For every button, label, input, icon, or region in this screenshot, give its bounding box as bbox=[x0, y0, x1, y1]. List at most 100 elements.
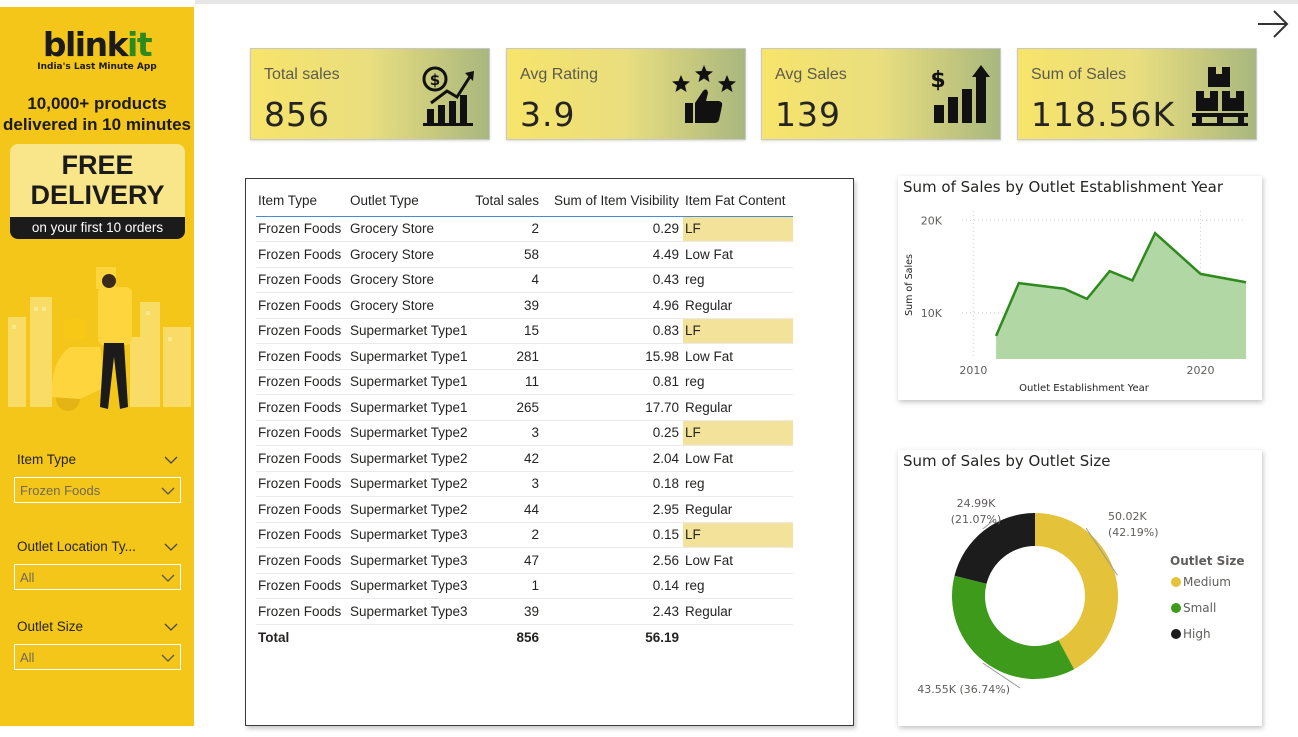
total-sales-cell: 2 bbox=[473, 522, 543, 548]
kpi-value: 118.56K bbox=[1031, 95, 1176, 134]
fat-content-cell: LF bbox=[683, 216, 793, 242]
chevron-down-icon[interactable] bbox=[164, 542, 178, 552]
outlet-type-cell: Supermarket Type1 bbox=[348, 394, 473, 421]
table-row[interactable]: Frozen Foods Supermarket Type1 281 15.98 Low… bbox=[256, 343, 793, 370]
chevron-down-icon bbox=[161, 654, 175, 662]
table-row[interactable]: Frozen Foods Supermarket Type2 42 2.04 Low F… bbox=[256, 445, 793, 472]
x-tick-label: 2010 bbox=[959, 364, 987, 377]
data-label: 43.55K (36.74%) bbox=[917, 683, 1010, 696]
sales-table-visual: Item Type Outlet Type Total sales Sum of… bbox=[245, 178, 854, 726]
outlet-location-dropdown[interactable]: All bbox=[14, 564, 181, 590]
kpi-card-total-sales: Total sales 856 $ bbox=[250, 48, 490, 140]
item-visibility-cell: 0.29 bbox=[543, 216, 683, 242]
legend-marker bbox=[1171, 603, 1181, 613]
data-label: 24.99K bbox=[957, 497, 996, 510]
table-total-row[interactable]: Total 856 56.19 bbox=[256, 623, 793, 650]
outlet-type-cell: Supermarket Type1 bbox=[348, 318, 473, 344]
fat-content-cell: Low Fat bbox=[683, 547, 793, 574]
outlet-type-cell: Supermarket Type2 bbox=[348, 496, 473, 523]
legend-item: Medium bbox=[1183, 575, 1231, 589]
fat-content-cell: Low Fat bbox=[683, 241, 793, 268]
item-type-cell: Frozen Foods bbox=[256, 471, 348, 497]
outlet-type-cell: Supermarket Type2 bbox=[348, 445, 473, 472]
item-type-cell: Frozen Foods bbox=[256, 318, 348, 344]
outlet-size-dropdown[interactable]: All bbox=[14, 644, 181, 670]
table-row[interactable]: Frozen Foods Grocery Store 39 4.96 Regular bbox=[256, 292, 793, 319]
item-type-cell: Frozen Foods bbox=[256, 267, 348, 293]
svg-text:$: $ bbox=[930, 68, 945, 93]
data-label: (42.19%) bbox=[1108, 526, 1159, 539]
table-row[interactable]: Frozen Foods Supermarket Type3 2 0.15 LF bbox=[256, 522, 793, 548]
kpi-label: Avg Sales bbox=[775, 66, 847, 83]
outlet-type-cell: Supermarket Type3 bbox=[348, 522, 473, 548]
x-tick-label: 2020 bbox=[1187, 364, 1215, 377]
item-visibility-cell: 2.95 bbox=[543, 496, 683, 523]
outlet-size-filter-label: Outlet Size bbox=[17, 619, 84, 634]
table-row[interactable]: Frozen Foods Supermarket Type2 44 2.95 Regul… bbox=[256, 496, 793, 523]
table-row[interactable]: Frozen Foods Supermarket Type3 39 2.43 Regul… bbox=[256, 598, 793, 625]
item-type-cell: Frozen Foods bbox=[256, 241, 348, 268]
item-type-dropdown-value: Frozen Foods bbox=[20, 483, 101, 498]
delivery-scooter-illustration bbox=[0, 267, 194, 422]
total-sales-cell: 47 bbox=[473, 547, 543, 574]
column-header-item-visibility[interactable]: Sum of Item Visibility bbox=[543, 185, 683, 217]
fat-content-cell: Regular bbox=[683, 292, 793, 319]
fat-content-cell: Low Fat bbox=[683, 445, 793, 472]
legend-marker bbox=[1171, 577, 1181, 587]
promo-headline-line-1: 10,000+ products bbox=[27, 94, 167, 113]
chevron-down-icon[interactable] bbox=[164, 455, 178, 465]
table-row[interactable]: Frozen Foods Supermarket Type2 3 0.18 reg bbox=[256, 471, 793, 497]
item-type-cell: Frozen Foods bbox=[256, 343, 348, 370]
table-row[interactable]: Frozen Foods Supermarket Type1 265 17.70 Reg… bbox=[256, 394, 793, 421]
total-sales-cell: 42 bbox=[473, 445, 543, 472]
outlet-type-cell bbox=[348, 623, 473, 650]
outlet-type-cell: Supermarket Type3 bbox=[348, 598, 473, 625]
table-row[interactable]: Frozen Foods Supermarket Type2 3 0.25 LF bbox=[256, 420, 793, 446]
table-row[interactable]: Frozen Foods Supermarket Type3 1 0.14 reg bbox=[256, 573, 793, 599]
arrow-right-icon[interactable] bbox=[1254, 5, 1292, 43]
legend-item: High bbox=[1183, 627, 1211, 641]
column-header-item-fat-content[interactable]: Item Fat Content bbox=[683, 185, 793, 217]
top-border bbox=[195, 0, 1298, 4]
fat-content-cell: reg bbox=[683, 369, 793, 395]
item-visibility-cell: 0.15 bbox=[543, 522, 683, 548]
item-visibility-cell: 2.43 bbox=[543, 598, 683, 625]
svg-text:$: $ bbox=[430, 71, 440, 89]
kpi-card-avg-sales: Avg Sales 139 $ bbox=[761, 48, 1001, 140]
item-visibility-cell: 56.19 bbox=[543, 623, 683, 650]
table-row[interactable]: Frozen Foods Supermarket Type1 15 0.83 LF bbox=[256, 318, 793, 344]
y-axis-label: Sum of Sales bbox=[904, 254, 915, 316]
total-sales-cell: 856 bbox=[473, 623, 543, 650]
free-delivery-text: FREE DELIVERY bbox=[30, 150, 165, 210]
column-header-total-sales[interactable]: Total sales bbox=[473, 185, 543, 217]
outlet-type-cell: Supermarket Type1 bbox=[348, 369, 473, 395]
total-sales-cell: 39 bbox=[473, 292, 543, 319]
column-header-item-type[interactable]: Item Type bbox=[256, 185, 348, 217]
fat-content-cell: Regular bbox=[683, 394, 793, 421]
sales-by-outlet-size-chart: Sum of Sales by Outlet Size 50.02K (42.19… bbox=[898, 450, 1262, 726]
data-label: 50.02K bbox=[1108, 510, 1147, 523]
table-row[interactable]: Frozen Foods Grocery Store 4 0.43 reg bbox=[256, 267, 793, 293]
table-row[interactable]: Frozen Foods Supermarket Type1 11 0.81 reg bbox=[256, 369, 793, 395]
y-tick-label: 20K bbox=[921, 214, 943, 227]
sidebar: blinkit India's Last Minute App 10,000+ … bbox=[0, 7, 194, 726]
item-type-cell: Frozen Foods bbox=[256, 445, 348, 472]
outlet-type-cell: Grocery Store bbox=[348, 292, 473, 319]
item-visibility-cell: 0.81 bbox=[543, 369, 683, 395]
item-visibility-cell: 2.04 bbox=[543, 445, 683, 472]
item-visibility-cell: 0.43 bbox=[543, 267, 683, 293]
column-header-outlet-type[interactable]: Outlet Type bbox=[348, 185, 473, 217]
item-visibility-cell: 0.14 bbox=[543, 573, 683, 599]
table-row[interactable]: Frozen Foods Supermarket Type3 47 2.56 Low F… bbox=[256, 547, 793, 574]
item-type-dropdown[interactable]: Frozen Foods bbox=[14, 477, 181, 503]
total-sales-cell: 3 bbox=[473, 420, 543, 446]
table-row[interactable]: Frozen Foods Grocery Store 58 4.49 Low Fat bbox=[256, 241, 793, 268]
legend-marker bbox=[1171, 629, 1181, 639]
total-sales-cell: 39 bbox=[473, 598, 543, 625]
promo-subtext: on your first 10 orders bbox=[10, 217, 185, 239]
item-type-cell: Frozen Foods bbox=[256, 369, 348, 395]
donut-slice-small bbox=[952, 575, 1075, 679]
kpi-value: 3.9 bbox=[520, 95, 576, 134]
table-row[interactable]: Frozen Foods Grocery Store 2 0.29 LF bbox=[256, 216, 793, 242]
chevron-down-icon[interactable] bbox=[164, 622, 178, 632]
